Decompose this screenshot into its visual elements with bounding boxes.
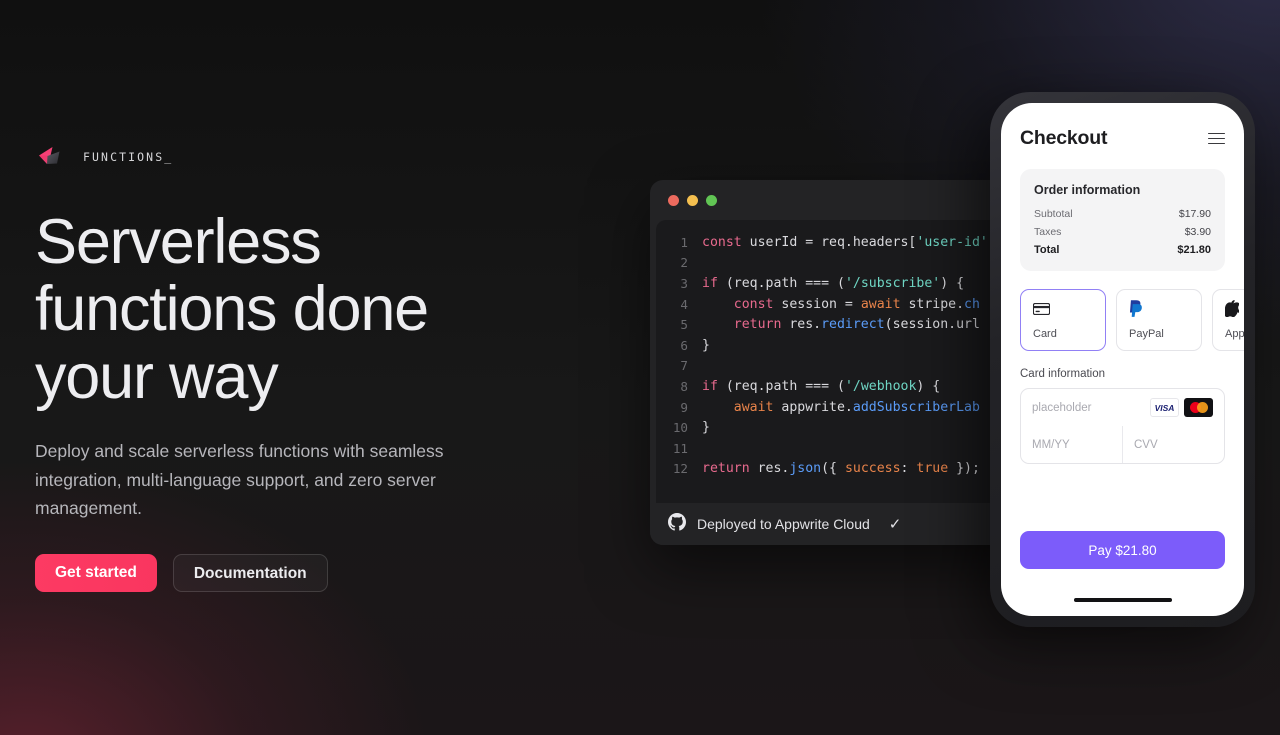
card-brand-icons: VISA [1150,398,1213,417]
hero-section: FUNCTIONS_ Serverless functions done you… [35,140,535,593]
code-line-text: const session = await stripe.ch [733,296,980,312]
order-taxes-label: Taxes [1034,226,1062,238]
order-total-value: $21.80 [1177,244,1211,256]
page-root: FUNCTIONS_ Serverless functions done you… [0,0,1280,735]
pay-button[interactable]: Pay $21.80 [1020,531,1225,569]
card-number-input[interactable]: placeholder [1032,402,1091,414]
deployment-status-text: Deployed to Appwrite Cloud [697,516,870,532]
order-information-title: Order information [1034,183,1141,197]
payment-tab-paypal-label: PayPal [1129,328,1164,340]
order-row-subtotal: Subtotal $17.90 [1034,208,1211,220]
hamburger-menu-icon[interactable] [1208,132,1225,145]
code-line-number: 9 [680,399,688,415]
check-icon: ✓ [888,516,902,533]
phone-mockup: Checkout Order information Subtotal $17.… [990,92,1255,627]
code-line-number: 10 [672,420,688,436]
code-line-number: 4 [680,296,688,312]
card-expiry-cvv-row: MM/YY CVV [1021,426,1224,463]
code-line-text: } [702,337,710,353]
code-line-text: return res.json({ success: true }); [702,461,980,477]
card-information-label: Card information [1020,368,1106,380]
documentation-button[interactable]: Documentation [172,554,328,593]
code-line-text: const userId = req.headers['user-id'] [702,234,996,250]
code-line-number: 12 [672,461,688,477]
code-line-number: 3 [680,275,688,291]
visa-icon: VISA [1150,398,1179,417]
minimize-icon[interactable] [687,194,698,206]
order-subtotal-value: $17.90 [1178,208,1211,220]
payment-method-tabs: Card PayPal App [1020,289,1244,351]
code-line-number: 6 [680,337,688,353]
order-total-label: Total [1034,244,1060,256]
mastercard-icon [1184,398,1213,417]
card-cvv-input[interactable]: CVV [1134,439,1158,451]
order-information-card: Order information Subtotal $17.90 Taxes … [1020,169,1225,271]
maximize-icon[interactable] [706,194,717,206]
code-line-text: return res.redirect(session.url [733,317,980,333]
card-expiry-row[interactable]: MM/YY [1021,426,1122,463]
apple-icon [1225,300,1244,317]
cta-row: Get started Documentation [35,554,535,593]
checkout-screen: Checkout Order information Subtotal $17.… [1001,103,1244,616]
card-expiry-input[interactable]: MM/YY [1032,439,1070,451]
code-line-text: } [702,420,710,436]
appwrite-functions-logo-icon [35,142,65,172]
brand: FUNCTIONS_ [35,140,535,174]
close-icon[interactable] [668,194,679,206]
checkout-header: Checkout [1020,127,1225,150]
code-line-number: 1 [680,234,688,250]
code-line-number: 2 [680,255,688,271]
code-line-text: await appwrite.addSubscriberLab [733,399,980,415]
credit-card-icon [1033,300,1105,317]
brand-label: FUNCTIONS_ [83,150,174,164]
github-icon [668,512,686,536]
code-line-number: 7 [680,358,688,374]
code-line-number: 5 [680,317,688,333]
order-taxes-value: $3.90 [1184,226,1211,238]
code-line-text: if (req.path === ('/webhook) { [702,378,941,394]
get-started-button[interactable]: Get started [35,554,157,593]
order-row-taxes: Taxes $3.90 [1034,226,1211,238]
order-row-total: Total $21.80 [1034,244,1211,256]
card-cvv-row[interactable]: CVV [1122,426,1224,463]
payment-tab-card[interactable]: Card [1020,289,1106,351]
checkout-title: Checkout [1020,127,1108,149]
code-line-number: 11 [672,440,688,456]
card-number-row[interactable]: placeholder VISA [1021,389,1224,426]
payment-tab-apple[interactable]: Apple [1212,289,1244,351]
payment-tab-apple-label: Apple [1225,328,1244,340]
paypal-icon [1129,300,1201,317]
card-information-group: placeholder VISA MM/YY CVV [1020,388,1225,464]
page-title: Serverless functions done your way [35,207,429,412]
order-subtotal-label: Subtotal [1034,208,1073,220]
code-line-text: if (req.path === ('/subscribe') { [702,275,965,291]
payment-tab-card-label: Card [1033,328,1057,340]
home-indicator [1073,597,1172,602]
code-line-number: 8 [680,378,688,394]
page-subtitle: Deploy and scale serverless functions wi… [35,441,444,518]
payment-tab-paypal[interactable]: PayPal [1116,289,1202,351]
